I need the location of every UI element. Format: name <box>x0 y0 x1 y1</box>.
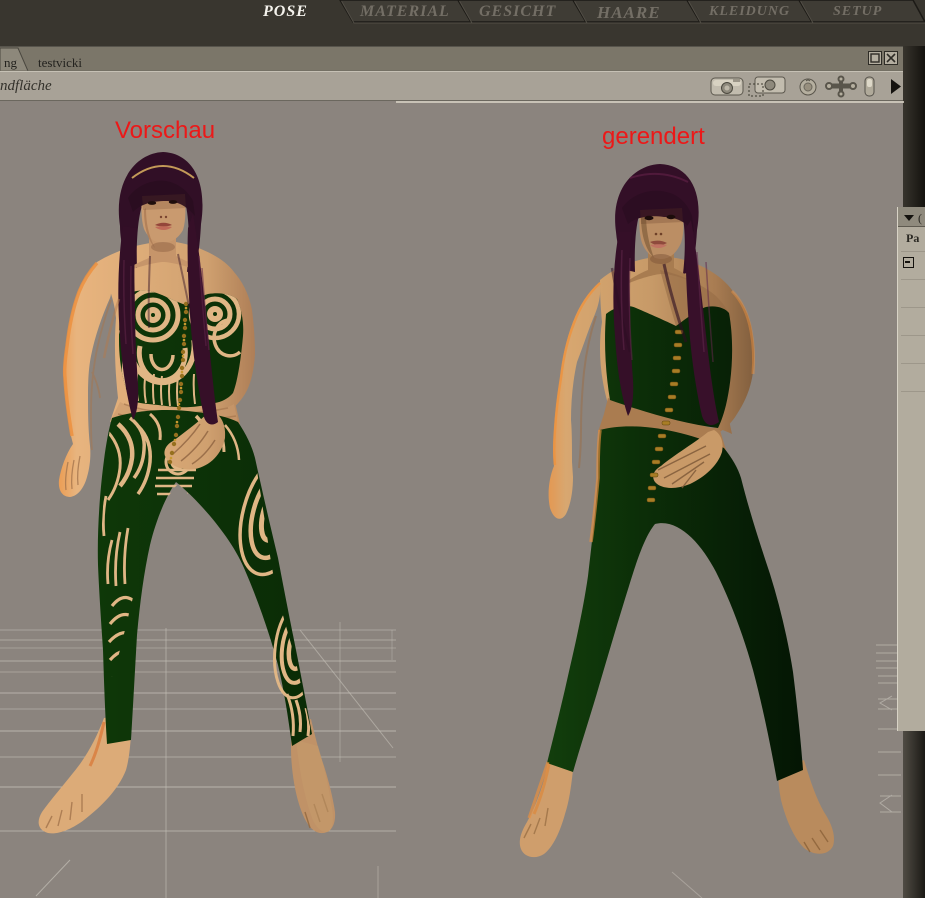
svg-text:(: ( <box>918 211 922 225</box>
